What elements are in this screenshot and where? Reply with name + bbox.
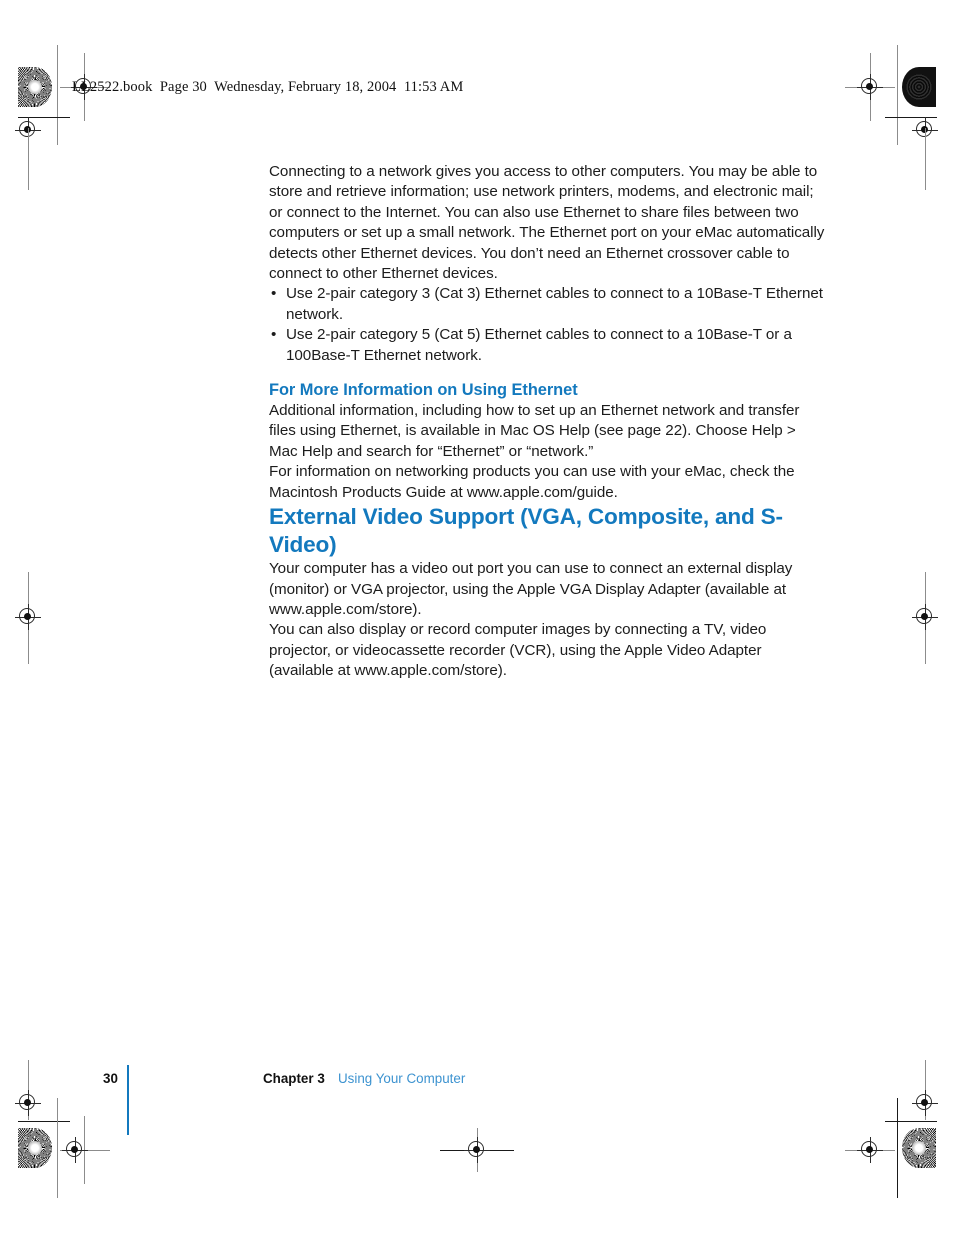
crop-line-left-vertical-upper — [28, 128, 29, 190]
list-item: • Use 2-pair category 5 (Cat 5) Ethernet… — [269, 325, 825, 366]
registration-target-bottom-left — [62, 1137, 88, 1163]
subheading-paragraph: Additional information, including how to… — [269, 402, 800, 460]
video-paragraph-one: Your computer has a video out port you c… — [269, 560, 793, 618]
crop-line-lower-right-horizontal — [885, 1121, 937, 1122]
section-heading-external-video-support: External Video Support (VGA, Composite, … — [269, 504, 783, 558]
crop-line-right-vertical-upper — [925, 128, 926, 190]
registration-target-bottom-right — [857, 1137, 883, 1163]
moire-rosette-mark-top-right — [902, 67, 936, 107]
list-item-label: Use 2-pair category 3 (Cat 3) Ethernet c… — [286, 285, 823, 323]
page-text-column: Connecting to a network gives you access… — [269, 162, 825, 682]
footer-accent-rule — [127, 1065, 129, 1135]
video-paragraph-two: You can also display or record computer … — [269, 621, 767, 680]
document-page: LL2522.book Page 30 Wednesday, February … — [0, 0, 954, 1235]
bullet-marker-icon: • — [271, 326, 277, 344]
footer-chapter-title: Using Your Computer — [338, 1071, 466, 1086]
crop-line-bottom-right-vertical — [897, 1098, 898, 1198]
moire-rosette-mark-bottom-right — [902, 1128, 936, 1168]
page-number: 30 — [103, 1071, 118, 1086]
registration-target-bottom-center — [464, 1137, 490, 1163]
list-item-label: Use 2-pair category 5 (Cat 5) Ethernet c… — [286, 326, 792, 364]
intro-paragraph: Connecting to a network gives you access… — [269, 163, 825, 283]
crop-line-lower-left-horizontal — [18, 1121, 70, 1122]
crop-line-top-left-vertical — [57, 45, 58, 145]
moire-rosette-mark-top-left — [18, 67, 52, 107]
registration-target-top-right — [857, 74, 883, 100]
products-guide-paragraph: For information on networking products y… — [269, 463, 795, 501]
footer-chapter-label: Chapter 3 — [263, 1071, 325, 1086]
ethernet-cable-bullet-list: • Use 2-pair category 3 (Cat 3) Ethernet… — [269, 284, 825, 366]
list-item: • Use 2-pair category 3 (Cat 3) Ethernet… — [269, 284, 825, 325]
subheading-more-information: For More Information on Using Ethernet — [269, 381, 578, 400]
bullet-marker-icon: • — [271, 285, 277, 303]
crop-line-top-right-vertical — [897, 45, 898, 145]
registration-target-middle-left — [15, 604, 41, 630]
crop-line-bottom-left-vertical — [57, 1098, 58, 1198]
page-footer: 30 Chapter 3 Using Your Computer — [0, 1065, 954, 1135]
slug-header: LL2522.book Page 30 Wednesday, February … — [72, 79, 464, 95]
registration-target-middle-right — [912, 604, 938, 630]
moire-rosette-mark-bottom-left — [18, 1128, 52, 1168]
